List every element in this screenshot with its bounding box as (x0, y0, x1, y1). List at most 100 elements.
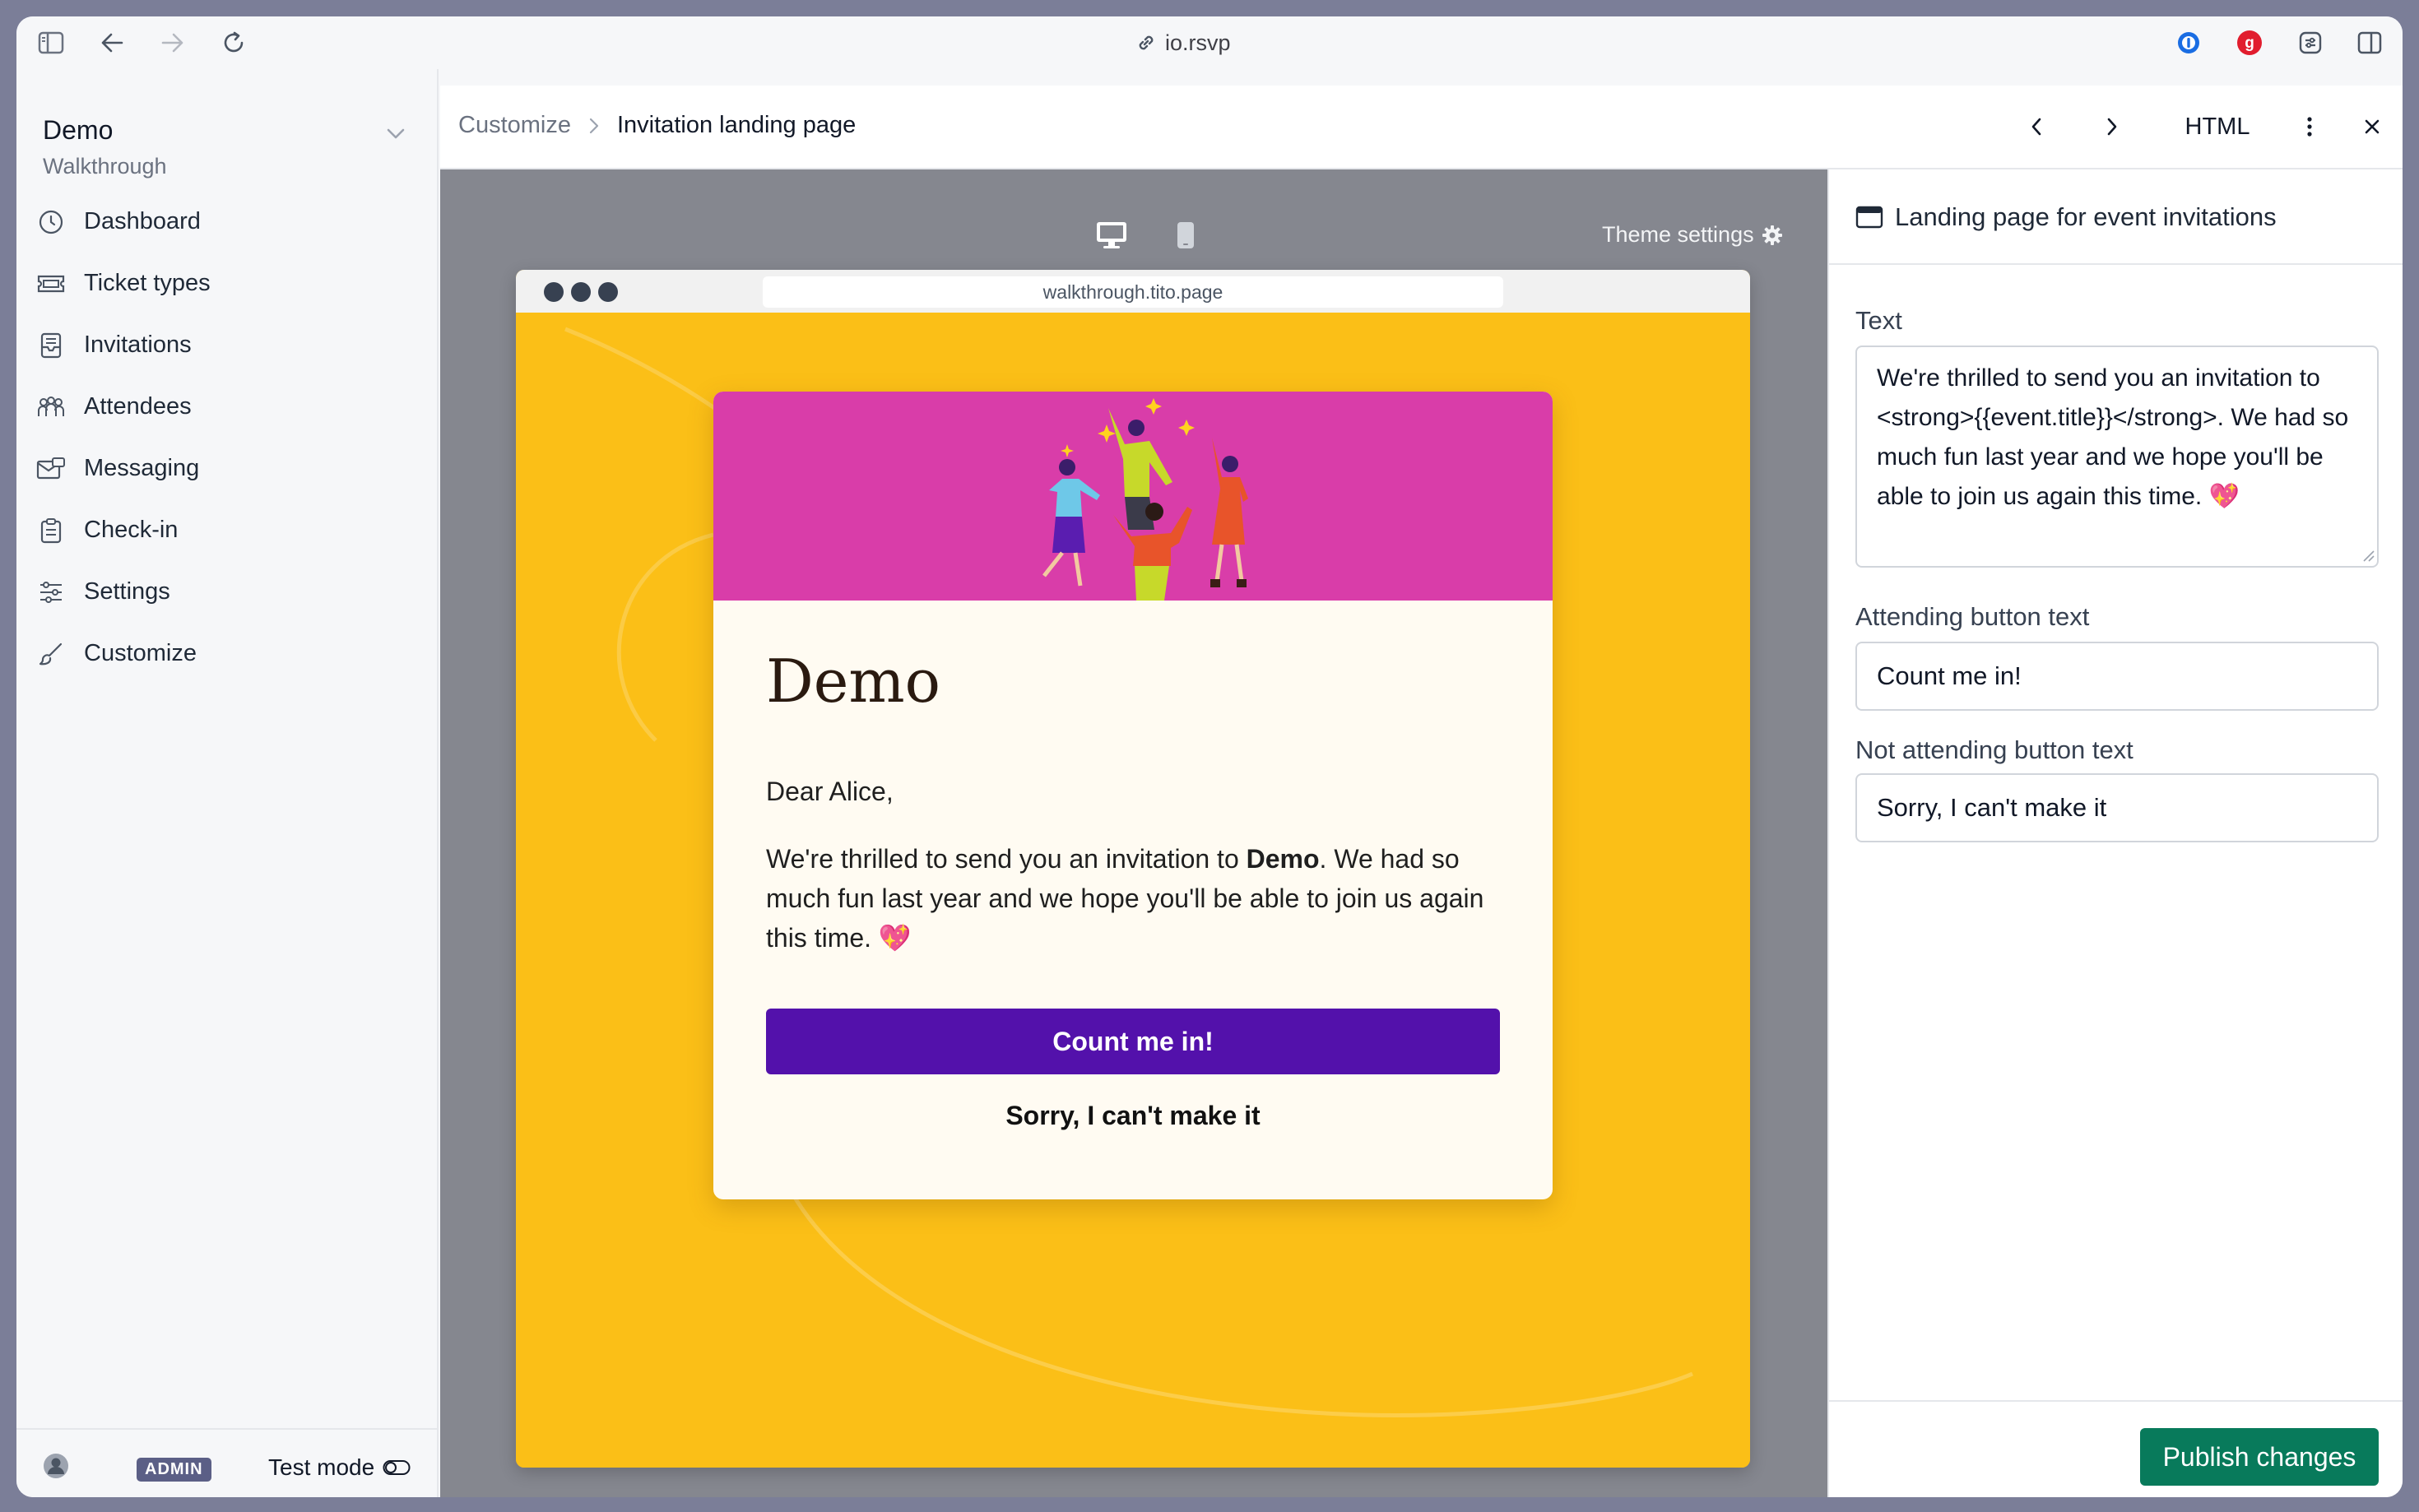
more-options-button[interactable] (2293, 109, 2326, 145)
invitation-event-name: Demo (1246, 844, 1320, 874)
cant-make-it-button[interactable]: Sorry, I can't make it (766, 1092, 1500, 1139)
html-button[interactable]: HTML (2176, 109, 2259, 145)
close-button[interactable] (2354, 109, 2390, 145)
breadcrumb: Customize Invitation landing page (458, 112, 856, 139)
theme-settings-label: Theme settings (1602, 222, 1754, 247)
inbox-icon (36, 331, 66, 360)
invitation-text: We're thrilled to send you an invitation… (766, 839, 1507, 958)
panel-title-text: Landing page for event invitations (1895, 202, 2277, 231)
extension-icon[interactable] (2296, 28, 2325, 58)
address-bar[interactable]: io.rsvp (1135, 28, 1300, 58)
next-button[interactable] (2094, 109, 2130, 145)
sidebar-item-label: Settings (84, 578, 170, 605)
test-mode-label: Test mode (268, 1454, 375, 1480)
sidebar-item-label: Check-in (84, 517, 179, 543)
people-icon (36, 392, 66, 422)
sidebar-item-label: Ticket types (84, 270, 211, 296)
sidebar-item-check-in[interactable]: Check-in (36, 499, 423, 561)
svg-text:g: g (2245, 35, 2254, 52)
test-mode-toggle[interactable]: Test mode (268, 1454, 411, 1481)
hero-banner (713, 392, 1553, 601)
resize-handle-icon[interactable] (2362, 550, 2375, 563)
chevron-right-icon (589, 118, 599, 133)
mockup-toolbar: walkthrough.tito.page (516, 270, 1750, 313)
sidebar-item-dashboard[interactable]: Dashboard (36, 191, 423, 253)
grammarly-icon[interactable]: g (2235, 28, 2264, 58)
sliders-icon (36, 577, 66, 607)
mockup-url: walkthrough.tito.page (763, 276, 1503, 308)
settings-panel: Landing page for event invitations Text … (1827, 169, 2403, 1497)
toggle-icon (383, 1460, 411, 1475)
brush-icon (36, 639, 66, 669)
sidebar-item-settings[interactable]: Settings (36, 561, 423, 623)
sidebar-item-label: Invitations (84, 332, 192, 358)
app-window: io.rsvp g Demo Walkthrough Dashboard Tic… (16, 16, 2403, 1497)
preview-browser-mockup: walkthrough.tito.page Demo Dear Alice, W… (516, 270, 1750, 1468)
browser-toolbar: io.rsvp g (16, 16, 2403, 69)
desktop-icon[interactable] (1093, 217, 1130, 253)
invitation-card: Demo Dear Alice, We're thrilled to send … (713, 392, 1553, 1199)
window-dot-icon (598, 282, 618, 302)
avatar[interactable] (43, 1453, 69, 1479)
sidebar-item-ticket-types[interactable]: Ticket types (36, 253, 423, 314)
back-arrow-icon[interactable] (97, 28, 127, 58)
text-textarea[interactable]: We're thrilled to send you an invitation… (1855, 346, 2379, 568)
attending-button-input[interactable]: Count me in! (1855, 642, 2379, 711)
sidebar-item-messaging[interactable]: Messaging (36, 438, 423, 499)
celebration-illustration (1042, 398, 1248, 601)
clipboard-icon (36, 516, 66, 545)
org-name: Demo (43, 115, 114, 145)
chevron-down-icon[interactable] (383, 120, 409, 146)
browser-window-icon (1855, 206, 1883, 229)
org-switcher[interactable]: Demo Walkthrough (43, 115, 167, 179)
reload-icon[interactable] (219, 28, 248, 58)
event-title: Demo (766, 647, 940, 716)
sidebar-item-label: Attendees (84, 393, 192, 420)
breadcrumb-customize[interactable]: Customize (458, 112, 571, 139)
sidebar-item-attendees[interactable]: Attendees (36, 376, 423, 438)
sidebar-footer: ADMIN Test mode (16, 1428, 439, 1497)
count-me-in-button[interactable]: Count me in! (766, 1009, 1500, 1074)
mail-icon (36, 454, 66, 484)
ticket-icon (36, 269, 66, 299)
preview-area: Theme settings walkthrough.tito.page Dem… (440, 169, 1827, 1497)
url-text: io.rsvp (1165, 30, 1231, 55)
window-dot-icon (571, 282, 591, 302)
publish-changes-button[interactable]: Publish changes (2140, 1428, 2379, 1486)
previous-button[interactable] (2018, 109, 2055, 145)
not-attending-button-input[interactable]: Sorry, I can't make it (1855, 773, 2379, 842)
landing-page-preview: Demo Dear Alice, We're thrilled to send … (516, 313, 1750, 1468)
sidebar-item-label: Messaging (84, 455, 200, 481)
admin-badge: ADMIN (137, 1458, 211, 1482)
close-icon (2365, 119, 2380, 134)
sidebar-item-label: Dashboard (84, 208, 201, 234)
mobile-icon[interactable] (1168, 217, 1204, 253)
main-header: Customize Invitation landing page HTML (440, 86, 2403, 169)
sidebar: Demo Walkthrough Dashboard Ticket types … (16, 69, 439, 1497)
greeting-text: Dear Alice, (766, 777, 894, 806)
sidebar-item-invitations[interactable]: Invitations (36, 314, 423, 376)
page-title: Invitation landing page (617, 112, 857, 138)
split-view-icon[interactable] (2355, 28, 2384, 58)
panel-footer: Publish changes (1829, 1400, 2403, 1497)
forward-arrow-icon[interactable] (158, 28, 188, 58)
org-subtitle: Walkthrough (43, 154, 167, 179)
link-icon (1139, 35, 1154, 50)
window-dot-icon (544, 282, 564, 302)
invitation-text-start: We're thrilled to send you an invitation… (766, 844, 1247, 874)
sidebar-item-customize[interactable]: Customize (36, 623, 423, 684)
sidebar-nav: Dashboard Ticket types Invitations Atten… (36, 191, 423, 684)
not-attending-field-label: Not attending button text (1855, 735, 2133, 764)
text-field-label: Text (1855, 306, 1902, 335)
attending-field-label: Attending button text (1855, 602, 2090, 631)
panel-header: Landing page for event invitations (1829, 169, 2403, 265)
sidebar-item-label: Customize (84, 640, 197, 666)
sidebar-toggle-icon[interactable] (36, 28, 66, 58)
dashboard-icon (36, 207, 66, 237)
panel-title: Landing page for event invitations (1855, 202, 2277, 232)
gear-icon (1762, 225, 1782, 245)
chevron-right-icon (2107, 118, 2117, 136)
chevron-left-icon (2031, 118, 2041, 136)
password-manager-icon[interactable] (2174, 28, 2203, 58)
theme-settings-link[interactable]: Theme settings (1602, 222, 1784, 248)
